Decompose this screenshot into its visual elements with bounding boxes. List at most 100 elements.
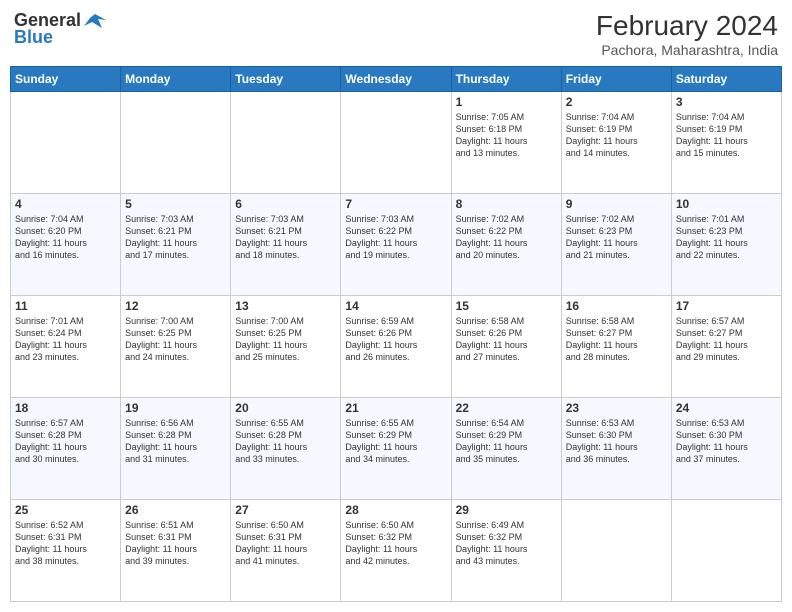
calendar-cell: 2 Sunrise: 7:04 AM Sunset: 6:19 PM Daylig… — [561, 92, 671, 194]
calendar-cell: 17 Sunrise: 6:57 AM Sunset: 6:27 PM Dayli… — [671, 296, 781, 398]
day-number: 1 — [456, 95, 557, 109]
day-info: Sunrise: 7:04 AM Sunset: 6:19 PM Dayligh… — [676, 111, 777, 160]
day-number: 26 — [125, 503, 226, 517]
day-info: Sunrise: 6:52 AM Sunset: 6:31 PM Dayligh… — [15, 519, 116, 568]
calendar-cell: 13 Sunrise: 7:00 AM Sunset: 6:25 PM Dayli… — [231, 296, 341, 398]
day-number: 23 — [566, 401, 667, 415]
day-number: 5 — [125, 197, 226, 211]
calendar-cell: 18 Sunrise: 6:57 AM Sunset: 6:28 PM Dayli… — [11, 398, 121, 500]
calendar-cell: 28 Sunrise: 6:50 AM Sunset: 6:32 PM Dayli… — [341, 500, 451, 602]
calendar-cell: 24 Sunrise: 6:53 AM Sunset: 6:30 PM Dayli… — [671, 398, 781, 500]
day-number: 9 — [566, 197, 667, 211]
calendar-day-header: Monday — [121, 67, 231, 92]
day-info: Sunrise: 7:04 AM Sunset: 6:19 PM Dayligh… — [566, 111, 667, 160]
day-number: 10 — [676, 197, 777, 211]
day-info: Sunrise: 7:01 AM Sunset: 6:23 PM Dayligh… — [676, 213, 777, 262]
calendar-day-header: Thursday — [451, 67, 561, 92]
day-number: 24 — [676, 401, 777, 415]
calendar-cell — [561, 500, 671, 602]
day-number: 17 — [676, 299, 777, 313]
day-number: 25 — [15, 503, 116, 517]
day-number: 11 — [15, 299, 116, 313]
calendar-cell: 19Sunrise: 6:56 AM Sunset: 6:28 PM Dayli… — [121, 398, 231, 500]
day-info: Sunrise: 7:01 AM Sunset: 6:24 PM Dayligh… — [15, 315, 116, 364]
calendar-cell: 11 Sunrise: 7:01 AM Sunset: 6:24 PM Dayli… — [11, 296, 121, 398]
day-info: Sunrise: 7:00 AM Sunset: 6:25 PM Dayligh… — [235, 315, 336, 364]
day-info: Sunrise: 6:55 AM Sunset: 6:29 PM Dayligh… — [345, 417, 446, 466]
day-info: Sunrise: 6:55 AM Sunset: 6:28 PM Dayligh… — [235, 417, 336, 466]
month-year-title: February 2024 — [596, 10, 778, 42]
calendar-cell: 29Sunrise: 6:49 AM Sunset: 6:32 PM Dayli… — [451, 500, 561, 602]
day-number: 22 — [456, 401, 557, 415]
day-info: Sunrise: 6:56 AM Sunset: 6:28 PM Dayligh… — [125, 417, 226, 466]
day-info: Sunrise: 6:58 AM Sunset: 6:27 PM Dayligh… — [566, 315, 667, 364]
day-number: 14 — [345, 299, 446, 313]
calendar-cell: 5 Sunrise: 7:03 AM Sunset: 6:21 PM Daylig… — [121, 194, 231, 296]
calendar-week-row: 11 Sunrise: 7:01 AM Sunset: 6:24 PM Dayli… — [11, 296, 782, 398]
calendar-cell: 26 Sunrise: 6:51 AM Sunset: 6:31 PM Dayli… — [121, 500, 231, 602]
day-number: 29 — [456, 503, 557, 517]
calendar-cell — [671, 500, 781, 602]
day-number: 7 — [345, 197, 446, 211]
calendar-day-header: Friday — [561, 67, 671, 92]
calendar-cell: 20Sunrise: 6:55 AM Sunset: 6:28 PM Dayli… — [231, 398, 341, 500]
day-info: Sunrise: 6:51 AM Sunset: 6:31 PM Dayligh… — [125, 519, 226, 568]
calendar-cell — [231, 92, 341, 194]
calendar-cell: 15Sunrise: 6:58 AM Sunset: 6:26 PM Dayli… — [451, 296, 561, 398]
location-subtitle: Pachora, Maharashtra, India — [596, 42, 778, 58]
calendar-cell: 1Sunrise: 7:05 AM Sunset: 6:18 PM Daylig… — [451, 92, 561, 194]
calendar-cell: 21Sunrise: 6:55 AM Sunset: 6:29 PM Dayli… — [341, 398, 451, 500]
day-info: Sunrise: 6:54 AM Sunset: 6:29 PM Dayligh… — [456, 417, 557, 466]
day-info: Sunrise: 7:03 AM Sunset: 6:22 PM Dayligh… — [345, 213, 446, 262]
calendar-cell: 22 Sunrise: 6:54 AM Sunset: 6:29 PM Dayli… — [451, 398, 561, 500]
day-info: Sunrise: 7:04 AM Sunset: 6:20 PM Dayligh… — [15, 213, 116, 262]
calendar-cell — [11, 92, 121, 194]
calendar-cell: 14 Sunrise: 6:59 AM Sunset: 6:26 PM Dayli… — [341, 296, 451, 398]
day-number: 6 — [235, 197, 336, 211]
day-info: Sunrise: 6:53 AM Sunset: 6:30 PM Dayligh… — [566, 417, 667, 466]
calendar-table: SundayMondayTuesdayWednesdayThursdayFrid… — [10, 66, 782, 602]
day-info: Sunrise: 6:59 AM Sunset: 6:26 PM Dayligh… — [345, 315, 446, 364]
day-number: 18 — [15, 401, 116, 415]
day-info: Sunrise: 7:00 AM Sunset: 6:25 PM Dayligh… — [125, 315, 226, 364]
day-info: Sunrise: 6:57 AM Sunset: 6:27 PM Dayligh… — [676, 315, 777, 364]
calendar-cell — [341, 92, 451, 194]
calendar-week-row: 4 Sunrise: 7:04 AM Sunset: 6:20 PM Daylig… — [11, 194, 782, 296]
calendar-cell: 25 Sunrise: 6:52 AM Sunset: 6:31 PM Dayli… — [11, 500, 121, 602]
calendar-week-row: 1Sunrise: 7:05 AM Sunset: 6:18 PM Daylig… — [11, 92, 782, 194]
day-info: Sunrise: 6:50 AM Sunset: 6:32 PM Dayligh… — [345, 519, 446, 568]
day-info: Sunrise: 7:03 AM Sunset: 6:21 PM Dayligh… — [235, 213, 336, 262]
calendar-cell: 12 Sunrise: 7:00 AM Sunset: 6:25 PM Dayli… — [121, 296, 231, 398]
calendar-day-header: Wednesday — [341, 67, 451, 92]
page-header: General Blue February 2024 Pachora, Maha… — [10, 10, 782, 58]
calendar-cell: 7 Sunrise: 7:03 AM Sunset: 6:22 PM Daylig… — [341, 194, 451, 296]
day-info: Sunrise: 7:02 AM Sunset: 6:23 PM Dayligh… — [566, 213, 667, 262]
logo-bird-icon — [84, 12, 106, 30]
day-number: 13 — [235, 299, 336, 313]
calendar-day-header: Tuesday — [231, 67, 341, 92]
calendar-cell: 6 Sunrise: 7:03 AM Sunset: 6:21 PM Daylig… — [231, 194, 341, 296]
day-number: 3 — [676, 95, 777, 109]
day-number: 28 — [345, 503, 446, 517]
day-info: Sunrise: 6:57 AM Sunset: 6:28 PM Dayligh… — [15, 417, 116, 466]
calendar-day-header: Saturday — [671, 67, 781, 92]
day-info: Sunrise: 6:53 AM Sunset: 6:30 PM Dayligh… — [676, 417, 777, 466]
calendar-cell — [121, 92, 231, 194]
calendar-cell: 3 Sunrise: 7:04 AM Sunset: 6:19 PM Daylig… — [671, 92, 781, 194]
calendar-cell: 10 Sunrise: 7:01 AM Sunset: 6:23 PM Dayli… — [671, 194, 781, 296]
day-number: 12 — [125, 299, 226, 313]
day-info: Sunrise: 7:03 AM Sunset: 6:21 PM Dayligh… — [125, 213, 226, 262]
calendar-week-row: 25 Sunrise: 6:52 AM Sunset: 6:31 PM Dayli… — [11, 500, 782, 602]
calendar-cell: 16Sunrise: 6:58 AM Sunset: 6:27 PM Dayli… — [561, 296, 671, 398]
day-number: 4 — [15, 197, 116, 211]
day-number: 27 — [235, 503, 336, 517]
calendar-cell: 27 Sunrise: 6:50 AM Sunset: 6:31 PM Dayli… — [231, 500, 341, 602]
calendar-cell: 8Sunrise: 7:02 AM Sunset: 6:22 PM Daylig… — [451, 194, 561, 296]
day-info: Sunrise: 6:58 AM Sunset: 6:26 PM Dayligh… — [456, 315, 557, 364]
day-info: Sunrise: 6:50 AM Sunset: 6:31 PM Dayligh… — [235, 519, 336, 568]
title-block: February 2024 Pachora, Maharashtra, Indi… — [596, 10, 778, 58]
day-number: 2 — [566, 95, 667, 109]
calendar-week-row: 18 Sunrise: 6:57 AM Sunset: 6:28 PM Dayli… — [11, 398, 782, 500]
day-number: 8 — [456, 197, 557, 211]
calendar-cell: 9 Sunrise: 7:02 AM Sunset: 6:23 PM Daylig… — [561, 194, 671, 296]
